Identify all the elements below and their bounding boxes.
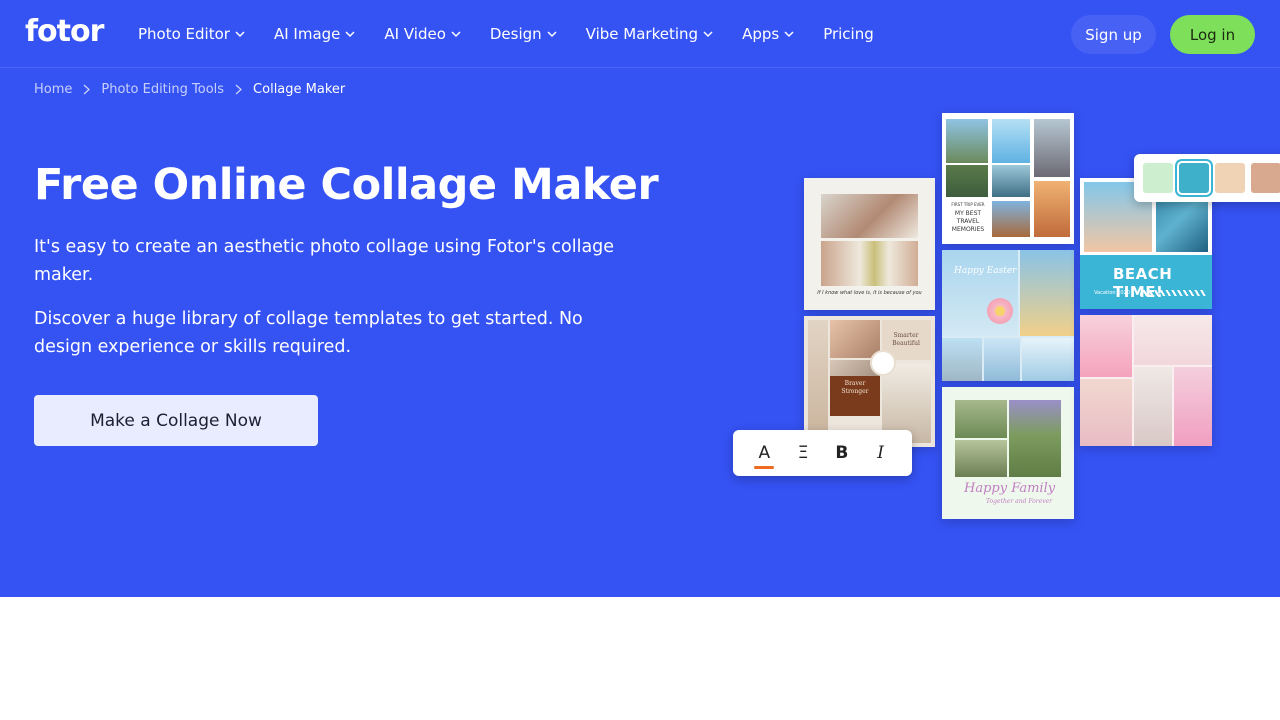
photo-tile: [1022, 338, 1074, 381]
photo-tile: [1020, 250, 1074, 336]
family-collage-card: Happy Family Together and Forever: [942, 387, 1074, 519]
top-navigation-bar: fotor Photo Editor AI Image AI Video Des…: [0, 0, 1280, 68]
quote-text: If I know what love is, it is because of…: [817, 290, 922, 296]
photo-tile: [1034, 181, 1070, 237]
stripe-decoration: [1140, 290, 1206, 296]
chevron-down-icon: [345, 31, 355, 38]
make-collage-button[interactable]: Make a Collage Now: [34, 395, 318, 446]
brave-bottom-text: Braver Stronger: [841, 380, 869, 395]
chevron-down-icon: [784, 31, 794, 38]
chevron-down-icon: [547, 31, 557, 38]
bold-icon[interactable]: B: [830, 443, 854, 463]
travel-collage-card: FIRST TRIP EVER MY BEST TRAVEL MEMORIES: [942, 113, 1074, 244]
family-subtitle: Together and Forever: [986, 498, 1053, 505]
nav-ai-image[interactable]: AI Image: [274, 22, 355, 46]
beach-subtitle: Vacation 2020: [1094, 290, 1130, 296]
color-swatch-panel: [1134, 154, 1280, 202]
nav-ai-video[interactable]: AI Video: [384, 22, 461, 46]
text-format-toolbar: A Ξ B I: [733, 430, 912, 476]
travel-text: MY BEST TRAVEL MEMORIES: [951, 210, 985, 233]
log-in-button[interactable]: Log in: [1170, 15, 1255, 54]
nav-photo-editor[interactable]: Photo Editor: [138, 22, 245, 46]
spring-collage-card: [1080, 315, 1212, 446]
photo-tile: [1009, 400, 1061, 477]
easter-title: Happy Easter: [954, 266, 1017, 276]
hero-subdescription: Discover a huge library of collage templ…: [34, 309, 583, 357]
brave-collage-card: Smarter Beautiful Braver Stronger: [804, 316, 935, 447]
nav-label: AI Image: [273, 25, 341, 43]
nav-apps[interactable]: Apps: [742, 22, 794, 46]
photo-tile: [808, 320, 828, 443]
hero-description: It's easy to create an aesthetic photo c…: [34, 237, 615, 285]
photo-tile: [942, 338, 982, 381]
italic-icon[interactable]: I: [869, 443, 893, 463]
photo-tile: [946, 165, 988, 197]
nav-vibe-marketing[interactable]: Vibe Marketing: [586, 22, 713, 46]
photo-tile: [821, 194, 918, 238]
color-swatch[interactable]: [1143, 163, 1173, 193]
fotor-logo[interactable]: fotor: [25, 14, 104, 49]
color-swatch[interactable]: [1215, 163, 1245, 193]
nav-label: Pricing: [823, 25, 874, 43]
align-icon[interactable]: Ξ: [791, 443, 815, 463]
nav-label: Design: [489, 25, 542, 43]
nav-design[interactable]: Design: [490, 22, 557, 46]
photo-tile: [830, 320, 880, 358]
photo-tile: [946, 119, 988, 163]
chevron-right-icon: [235, 84, 243, 95]
nav-label: AI Video: [384, 25, 446, 43]
hero-section: fotor Photo Editor AI Image AI Video Des…: [0, 0, 1280, 597]
photo-tile: [821, 241, 918, 286]
nav-label: Photo Editor: [138, 25, 230, 43]
flower-photo: [987, 298, 1013, 324]
breadcrumb-home[interactable]: Home: [34, 82, 72, 97]
photo-tile: [992, 119, 1030, 163]
page-title: Free Online Collage Maker: [34, 160, 659, 210]
chevron-down-icon: [451, 31, 461, 38]
photo-tile: [992, 165, 1030, 197]
photo-tile: [1174, 367, 1212, 446]
color-swatch[interactable]: [1251, 163, 1280, 193]
photo-tile: [1080, 315, 1132, 377]
chevron-right-icon: [83, 84, 91, 95]
photo-tile: [955, 400, 1007, 438]
flower-badge: [870, 350, 896, 376]
color-swatch-selected[interactable]: [1179, 163, 1209, 193]
breadcrumb-photo-editing-tools[interactable]: Photo Editing Tools: [101, 82, 224, 97]
travel-small-text: FIRST TRIP EVER: [951, 202, 985, 207]
nav-label: Vibe Marketing: [585, 25, 699, 43]
main-nav: Photo Editor AI Image AI Video Design Vi…: [138, 22, 903, 46]
brave-top-text: Smarter Beautiful: [892, 332, 920, 347]
nav-pricing[interactable]: Pricing: [823, 22, 874, 46]
easter-collage-card: Happy Easter: [942, 250, 1074, 381]
photo-tile: [1134, 315, 1212, 365]
quote-collage-card: If I know what love is, it is because of…: [804, 178, 935, 310]
family-title: Happy Family: [964, 481, 1056, 496]
photo-tile: [942, 250, 1018, 336]
photo-tile: [1034, 119, 1070, 177]
photo-tile: [955, 440, 1007, 477]
sign-up-button[interactable]: Sign up: [1071, 15, 1156, 54]
breadcrumb: Home Photo Editing Tools Collage Maker: [34, 82, 345, 97]
photo-tile: [1134, 367, 1172, 446]
photo-tile: [1080, 379, 1132, 446]
chevron-down-icon: [235, 31, 245, 38]
photo-tile: [984, 338, 1020, 381]
nav-label: Apps: [742, 25, 780, 43]
breadcrumb-current: Collage Maker: [253, 82, 346, 97]
chevron-down-icon: [703, 31, 713, 38]
photo-tile: [992, 201, 1030, 237]
text-color-icon[interactable]: A: [752, 443, 776, 469]
